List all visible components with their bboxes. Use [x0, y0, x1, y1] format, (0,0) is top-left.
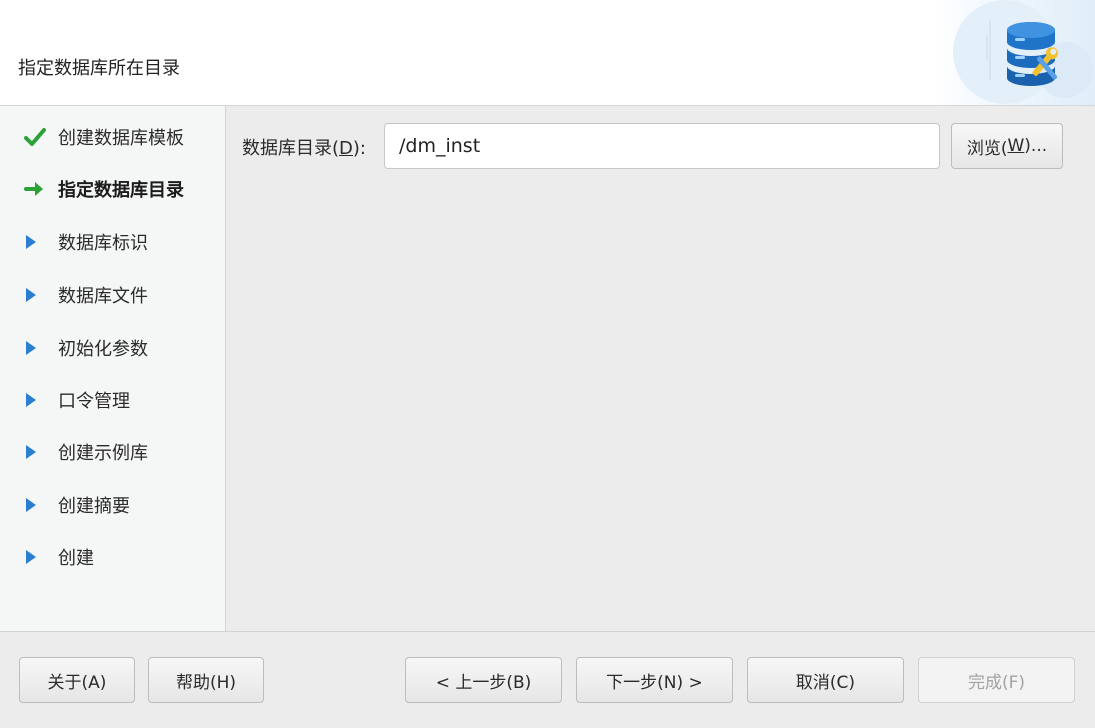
label-suffix: ):: [352, 138, 366, 159]
about-button[interactable]: 关于(A): [19, 657, 135, 703]
step-create: 创建: [24, 542, 94, 572]
browse-prefix: 浏览(: [966, 138, 1008, 159]
triangle-right-icon: [24, 337, 50, 359]
step-summary: 创建摘要: [24, 490, 130, 520]
step-password-management: 口令管理: [24, 385, 130, 415]
cancel-button[interactable]: 取消(C): [747, 657, 904, 703]
triangle-right-icon: [24, 231, 50, 253]
check-icon: [24, 126, 50, 148]
wizard-footer: 关于(A) 帮助(H) < 上一步(B) 下一步(N) > 取消(C) 完成(F…: [0, 631, 1095, 728]
next-button[interactable]: 下一步(N) >: [576, 657, 733, 703]
page-title: 指定数据库所在目录: [18, 58, 180, 79]
wizard-header: 指定数据库所在目录: [0, 0, 1095, 106]
label-mnemonic: D: [339, 138, 353, 159]
wizard-steps-sidebar: 创建数据库模板 指定数据库目录 数据库标识 数据库文件 初始化参数 口令管理 创…: [0, 106, 226, 631]
database-directory-input[interactable]: [384, 123, 940, 169]
help-button[interactable]: 帮助(H): [148, 657, 264, 703]
step-specify-directory: 指定数据库目录: [24, 174, 184, 204]
step-label: 创建摘要: [58, 496, 130, 517]
browse-button[interactable]: 浏览(W)...: [951, 123, 1063, 169]
browse-suffix: )...: [1024, 136, 1048, 156]
database-directory-label: 数据库目录(D):: [242, 134, 366, 160]
step-database-id: 数据库标识: [24, 227, 148, 257]
step-label: 初始化参数: [58, 339, 148, 360]
step-label: 数据库标识: [58, 233, 148, 254]
triangle-right-icon: [24, 494, 50, 516]
main-content: 数据库目录(D): 浏览(W)...: [226, 106, 1095, 631]
step-label: 创建: [58, 548, 94, 569]
label-prefix: 数据库目录(: [242, 138, 340, 159]
finish-button[interactable]: 完成(F): [918, 657, 1075, 703]
step-label: 创建数据库模板: [58, 128, 184, 149]
database-tools-icon: [953, 0, 1093, 104]
step-database-files: 数据库文件: [24, 280, 148, 310]
step-label: 指定数据库目录: [58, 180, 184, 201]
arrow-right-icon: [24, 178, 50, 200]
triangle-right-icon: [24, 546, 50, 568]
back-button[interactable]: < 上一步(B): [405, 657, 562, 703]
step-sample-database: 创建示例库: [24, 437, 148, 467]
step-init-params: 初始化参数: [24, 333, 148, 363]
triangle-right-icon: [24, 284, 50, 306]
header-banner: [935, 0, 1095, 105]
browse-mnemonic: W: [1007, 136, 1025, 156]
step-label: 数据库文件: [58, 286, 148, 307]
step-label: 口令管理: [58, 391, 130, 412]
step-create-template: 创建数据库模板: [24, 122, 184, 152]
triangle-right-icon: [24, 441, 50, 463]
triangle-right-icon: [24, 389, 50, 411]
step-label: 创建示例库: [58, 443, 148, 464]
